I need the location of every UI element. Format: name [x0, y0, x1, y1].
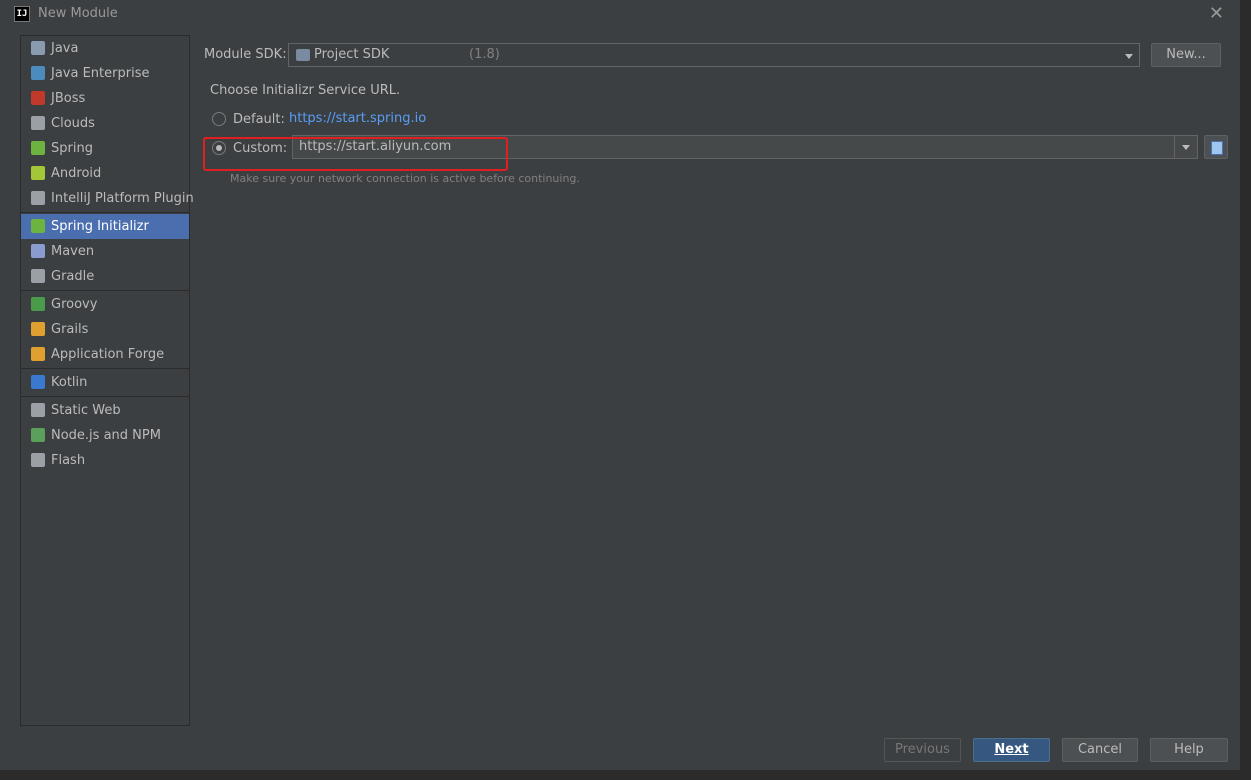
module-sdk-label: Module SDK:	[204, 47, 287, 62]
android-icon	[31, 166, 45, 180]
grails-icon	[31, 322, 45, 336]
sidebar-item-intellij-platform-plugin[interactable]: IntelliJ Platform Plugin	[21, 186, 194, 211]
window-title: New Module	[38, 6, 118, 21]
sidebar-item-label: Spring Initializr	[51, 219, 149, 234]
sidebar-item-label: Java	[51, 41, 79, 56]
combo-separator	[1174, 136, 1175, 158]
jboss-icon	[31, 91, 45, 105]
nodejs-icon	[31, 428, 45, 442]
cloud-icon	[31, 116, 45, 130]
chevron-down-icon[interactable]	[1125, 54, 1133, 59]
new-module-dialog: IJ New Module ✕ Java Java Enterprise JBoss…	[0, 0, 1240, 770]
sidebar-item-label: Grails	[51, 322, 89, 337]
sidebar-item-label: Flash	[51, 453, 86, 468]
maven-icon	[31, 244, 45, 258]
module-sdk-select[interactable]: Project SDK (1.8)	[288, 43, 1140, 67]
sidebar-item-clouds[interactable]: Clouds	[21, 111, 189, 136]
custom-radio[interactable]	[212, 141, 226, 155]
gradle-icon	[31, 269, 45, 283]
globe-icon	[31, 403, 45, 417]
sidebar-item-maven[interactable]: Maven	[21, 239, 189, 264]
flash-folder-icon	[31, 453, 45, 467]
intellij-icon: IJ	[14, 6, 30, 22]
sidebar-item-label: Maven	[51, 244, 95, 259]
sidebar-item-java-enterprise[interactable]: Java Enterprise	[21, 61, 189, 86]
sidebar-item-application-forge[interactable]: Application Forge	[21, 342, 189, 367]
sidebar-item-label: Spring	[51, 141, 93, 156]
sidebar-item-java[interactable]: Java	[21, 36, 189, 61]
custom-url-input[interactable]: https://start.aliyun.com	[292, 135, 1198, 159]
title-bar: IJ New Module ✕	[0, 0, 1240, 28]
sidebar-item-label: Static Web	[51, 403, 121, 418]
close-icon[interactable]: ✕	[1209, 3, 1224, 24]
spring-leaf-icon	[31, 141, 45, 155]
java-ee-icon	[31, 66, 45, 80]
sidebar-item-label: JBoss	[51, 91, 86, 106]
chevron-down-icon[interactable]	[1182, 145, 1190, 150]
sidebar-item-gradle[interactable]: Gradle	[21, 264, 189, 289]
sidebar-item-spring[interactable]: Spring	[21, 136, 189, 161]
custom-label: Custom:	[233, 141, 288, 156]
nav-separator	[21, 290, 189, 291]
cancel-button[interactable]: Cancel	[1062, 738, 1138, 762]
sdk-value: Project SDK	[314, 47, 390, 62]
sidebar-item-groovy[interactable]: Groovy	[21, 292, 189, 317]
sidebar-item-flash[interactable]: Flash	[21, 448, 189, 473]
module-type-list: Java Java Enterprise JBoss Clouds Spring Andr…	[20, 35, 194, 726]
network-hint: Make sure your network connection is act…	[230, 172, 580, 185]
new-sdk-button[interactable]: New...	[1151, 43, 1221, 67]
sidebar-item-label: Java Enterprise	[51, 66, 150, 81]
nav-separator	[21, 396, 189, 397]
forge-icon	[31, 347, 45, 361]
folder-icon	[296, 49, 310, 61]
sidebar-item-label: Node.js and NPM	[51, 428, 161, 443]
sidebar-item-label: IntelliJ Platform Plugin	[51, 191, 194, 206]
choose-url-label: Choose Initializr Service URL.	[210, 83, 401, 98]
next-button[interactable]: Next	[973, 738, 1050, 762]
radio-selected-dot	[216, 145, 222, 151]
sidebar-item-label: Groovy	[51, 297, 98, 312]
previous-button[interactable]: Previous	[884, 738, 961, 762]
nav-separator	[21, 368, 189, 369]
plugin-icon	[31, 191, 45, 205]
sidebar-item-label: Android	[51, 166, 102, 181]
browse-button[interactable]	[1204, 135, 1228, 159]
sidebar-item-node-js-and-npm[interactable]: Node.js and NPM	[21, 423, 189, 448]
sidebar-item-label: Gradle	[51, 269, 95, 284]
sidebar-item-label: Clouds	[51, 116, 95, 131]
default-radio[interactable]	[212, 112, 226, 126]
custom-url-value: https://start.aliyun.com	[299, 139, 452, 154]
sidebar-item-static-web[interactable]: Static Web	[21, 398, 189, 423]
sidebar-item-grails[interactable]: Grails	[21, 317, 189, 342]
sidebar-item-jboss[interactable]: JBoss	[21, 86, 189, 111]
sidebar-item-label: Application Forge	[51, 347, 165, 362]
groovy-icon	[31, 297, 45, 311]
spring-initializr-icon	[31, 219, 45, 233]
help-button[interactable]: Help	[1150, 738, 1228, 762]
kotlin-icon	[31, 375, 45, 389]
nav-separator	[21, 212, 189, 213]
sidebar-item-kotlin[interactable]: Kotlin	[21, 370, 189, 395]
sidebar-item-spring-initializr[interactable]: Spring Initializr	[21, 214, 189, 239]
default-label: Default:	[233, 112, 285, 127]
default-url-link[interactable]: https://start.spring.io	[289, 111, 426, 126]
sidebar-item-label: Kotlin	[51, 375, 88, 390]
sdk-version: (1.8)	[469, 47, 500, 62]
browse-icon	[1211, 141, 1223, 155]
sidebar-item-android[interactable]: Android	[21, 161, 189, 186]
folder-icon	[31, 41, 45, 55]
